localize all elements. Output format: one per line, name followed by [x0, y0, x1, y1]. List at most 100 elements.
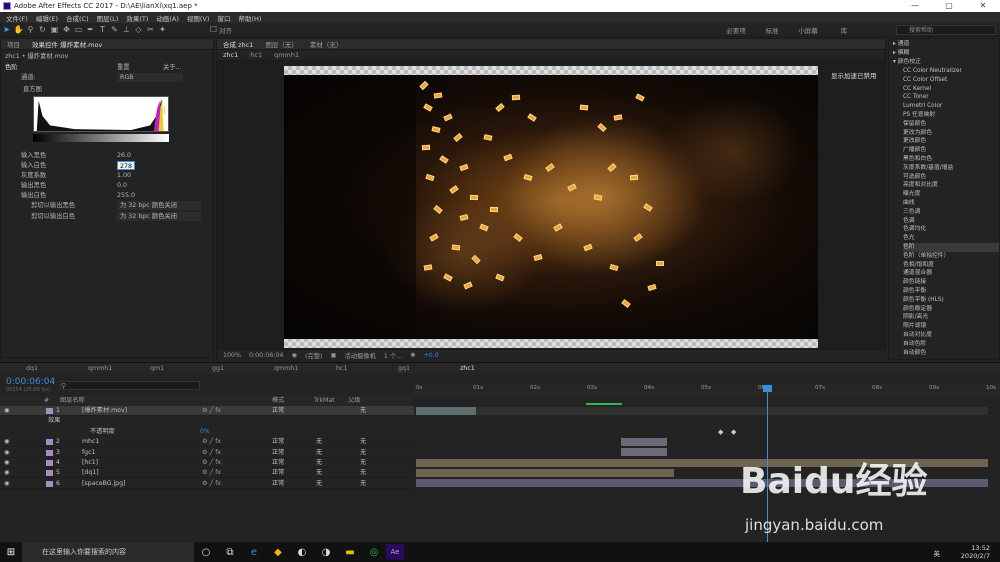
start-button-icon[interactable]: ⊞: [0, 547, 22, 558]
rectangle-tool-icon[interactable]: ▭: [73, 24, 84, 35]
snap-checkbox[interactable]: ☐: [208, 24, 219, 35]
effect-item[interactable]: 色阶: [903, 243, 999, 252]
opacity-value[interactable]: 0%: [200, 427, 210, 437]
taskbar-search-input[interactable]: 在这里输入你要搜索的内容: [22, 542, 194, 562]
camera-select[interactable]: 活动摄像机: [344, 351, 375, 360]
layer-mode-select[interactable]: 正常: [272, 437, 284, 447]
clip-output-black-select[interactable]: 为 32 bpc 颜色关闭: [117, 201, 201, 210]
effect-item[interactable]: 广播颜色: [903, 146, 999, 155]
tab-composition[interactable]: 合成 zhc1: [217, 39, 259, 49]
layer-switches[interactable]: ⚙ ╱ fx: [202, 448, 221, 458]
timeline-tab[interactable]: qmmh1: [248, 365, 310, 372]
timeline-current-time[interactable]: 0:00:06:04: [6, 377, 55, 387]
system-clock[interactable]: 13:52 2020/2/7: [961, 544, 990, 560]
effect-item[interactable]: 色调均化: [903, 225, 999, 234]
layer-row[interactable]: ◉ 2 mhc1 正常 无 无 ⚙ ╱ fx: [0, 437, 414, 447]
workspace-small-screen[interactable]: 小屏幕: [790, 25, 826, 35]
param-value-output-black[interactable]: 0.0: [117, 181, 127, 190]
effect-item[interactable]: 更改颜色: [903, 137, 999, 146]
wechat-icon[interactable]: ◎: [362, 547, 386, 558]
label-color-chip[interactable]: [46, 460, 53, 466]
menu-composition[interactable]: 合成(C): [62, 13, 93, 23]
opacity-row[interactable]: 不透明度 0%: [0, 427, 414, 437]
clip-output-white-select[interactable]: 为 32 bpc 颜色关闭: [117, 212, 201, 221]
keyframe-1-icon[interactable]: ◆: [718, 428, 723, 436]
cortana-icon[interactable]: ○: [194, 547, 218, 558]
layer-5-bar[interactable]: [416, 469, 674, 477]
visibility-eye-icon[interactable]: ◉: [4, 479, 9, 489]
layer-trkmat-select[interactable]: 无: [316, 479, 322, 489]
exposure-icon[interactable]: ✺: [410, 352, 415, 359]
workspace-standard[interactable]: 标准: [754, 25, 790, 35]
reset-link[interactable]: 重置: [117, 63, 130, 72]
effect-item[interactable]: 曝光度: [903, 190, 999, 199]
layer-row[interactable]: ◉ 6 [spaceBG.jpg] 正常 无 无 ⚙ ╱ fx: [0, 479, 414, 489]
task-view-icon[interactable]: ⧉: [218, 547, 242, 558]
label-color-chip[interactable]: [46, 450, 53, 456]
effect-item[interactable]: CC Kernel: [903, 85, 999, 94]
layer-name[interactable]: fgc1: [82, 448, 95, 458]
layer-name[interactable]: [dq1]: [82, 468, 99, 478]
resolution-select[interactable]: (完整): [305, 351, 323, 360]
layer-mode-select[interactable]: 正常: [272, 406, 284, 416]
file-explorer-icon[interactable]: ▬: [338, 547, 362, 558]
taskbar-app-2-icon[interactable]: ◐: [290, 547, 314, 558]
maximize-button[interactable]: ▢: [932, 0, 966, 12]
menu-help[interactable]: 帮助(H): [234, 13, 265, 23]
label-color-chip[interactable]: [46, 470, 53, 476]
layer-mode-select[interactable]: 正常: [272, 458, 284, 468]
comp-subtab-zhc1[interactable]: zhc1: [217, 51, 244, 59]
effect-item[interactable]: 自动色阶: [903, 340, 999, 349]
timeline-tab[interactable]: qmmh1: [62, 365, 124, 372]
layer-switches[interactable]: ⚙ ╱ fx: [202, 437, 221, 447]
layer-2-bar[interactable]: [621, 438, 667, 446]
layer-parent-select[interactable]: 无: [360, 479, 366, 489]
effect-item[interactable]: 色相/饱和度: [903, 261, 999, 270]
taskbar-app-icon[interactable]: ◆: [266, 547, 290, 558]
visibility-eye-icon[interactable]: ◉: [4, 448, 9, 458]
effect-item[interactable]: 曲线: [903, 199, 999, 208]
timeline-tab[interactable]: dq1: [0, 365, 62, 372]
tab-footage[interactable]: 素材（无）: [304, 39, 349, 49]
category-color-correction[interactable]: ▾ 颜色校正: [893, 58, 921, 67]
effect-item[interactable]: 可选颜色: [903, 173, 999, 182]
menu-animation[interactable]: 动画(A): [152, 13, 183, 23]
effect-item[interactable]: 黑色和白色: [903, 155, 999, 164]
tab-effect-controls[interactable]: 效果控件 爆炸素材.mov: [26, 39, 108, 49]
timeline-tab[interactable]: gq1: [372, 365, 434, 372]
menu-effect[interactable]: 效果(T): [122, 13, 152, 23]
comp-viewer[interactable]: [284, 66, 818, 348]
close-button[interactable]: ✕: [966, 0, 1000, 12]
effect-item[interactable]: 灰度系数/基值/增益: [903, 164, 999, 173]
snapshot-icon[interactable]: ◉: [291, 352, 297, 359]
effect-item[interactable]: CC Toner: [903, 93, 999, 102]
timeline-tab[interactable]: qm1: [124, 365, 186, 372]
effect-item[interactable]: 保留颜色: [903, 120, 999, 129]
input-language[interactable]: 英: [934, 548, 941, 558]
effect-item[interactable]: 通道混合器: [903, 269, 999, 278]
effect-item[interactable]: 三色调: [903, 208, 999, 217]
visibility-eye-icon[interactable]: ◉: [4, 406, 9, 416]
effect-item[interactable]: 自动颜色: [903, 349, 999, 358]
timeline-search-input[interactable]: ⚲: [60, 381, 200, 390]
layer-name[interactable]: [hc1]: [82, 458, 98, 468]
timeline-tab[interactable]: hc1: [310, 365, 372, 372]
effect-item[interactable]: 更改为颜色: [903, 129, 999, 138]
param-input-input-white[interactable]: 278: [117, 161, 135, 170]
current-time-display[interactable]: 0:00:06:04: [249, 352, 283, 359]
label-color-chip[interactable]: [46, 439, 53, 445]
layer-parent-select[interactable]: 无: [360, 406, 366, 416]
layer-name[interactable]: mhc1: [82, 437, 99, 447]
comp-subtab-hc1[interactable]: hc1: [244, 51, 268, 59]
effect-item[interactable]: PS 任意映射: [903, 111, 999, 120]
visibility-eye-icon[interactable]: ◉: [4, 458, 9, 468]
layer-parent-select[interactable]: 无: [360, 437, 366, 447]
effect-item[interactable]: 颜色平衡: [903, 287, 999, 296]
effect-item[interactable]: 色调: [903, 217, 999, 226]
layer-row[interactable]: ◉ 4 [hc1] 正常 无 无 ⚙ ╱ fx: [0, 458, 414, 468]
layer-row[interactable]: ◉ 1 [爆炸素材.mov] 正常 无 ⚙ ╱ fx: [0, 406, 414, 416]
layer-row[interactable]: ◉ 5 [dq1] 正常 无 无 ⚙ ╱ fx: [0, 468, 414, 478]
menu-edit[interactable]: 编辑(E): [32, 13, 62, 23]
layer-row[interactable]: ◉ 3 fgc1 正常 无 无 ⚙ ╱ fx: [0, 448, 414, 458]
eraser-tool-icon[interactable]: ◇: [133, 24, 144, 35]
